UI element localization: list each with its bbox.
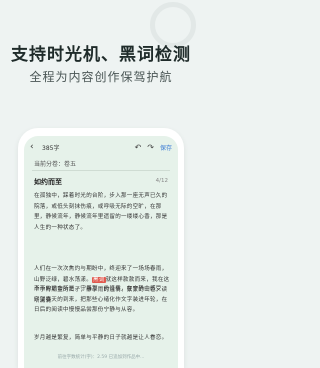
document-title[interactable]: 如约而至 — [34, 177, 62, 187]
document-date: 4/12 — [155, 178, 168, 184]
phone-frame: ‹ 385字 ↶ ↷ 保存 当前分卷：卷五 如约而至 4/12 在孤独中，踩着时… — [18, 128, 184, 368]
back-arrow-icon[interactable]: ‹ — [30, 142, 40, 152]
status-text: 前往字数统计(字)：2.59 已追加到作品中... — [57, 355, 145, 360]
paragraph[interactable]: 岁月越是繁复，简单与平静的日子就越是让人眷恋。 — [34, 333, 170, 344]
redo-icon[interactable]: ↷ — [147, 143, 154, 152]
save-button[interactable]: 保存 — [160, 143, 172, 152]
page-title: 支持时光机、黑词检测 — [11, 45, 191, 65]
paragraph[interactable]: 渐渐的远去所是，守着那一份诗意，在宁静中感受、守望春天的到来，把那些心绪化作文字… — [34, 284, 170, 316]
paragraph[interactable]: 在孤独中，踩着时光的台阶，步入那一座无声已久的院落，或低头刻抹伤痕，或呼吸无际的… — [34, 191, 170, 233]
editor-toolbar: ‹ 385字 ↶ ↷ 保存 — [24, 138, 178, 156]
editor-screen: ‹ 385字 ↶ ↷ 保存 当前分卷：卷五 如约而至 4/12 在孤独中，踩着时… — [24, 136, 178, 368]
page-subtitle: 全程为内容创作保驾护航 — [29, 70, 173, 84]
word-count: 385字 — [42, 144, 60, 152]
divider — [32, 170, 170, 171]
flagged-word-highlight[interactable]: 黑词 — [92, 276, 106, 283]
category-label[interactable]: 当前分卷：卷五 — [34, 159, 76, 168]
undo-icon[interactable]: ↶ — [135, 143, 142, 152]
